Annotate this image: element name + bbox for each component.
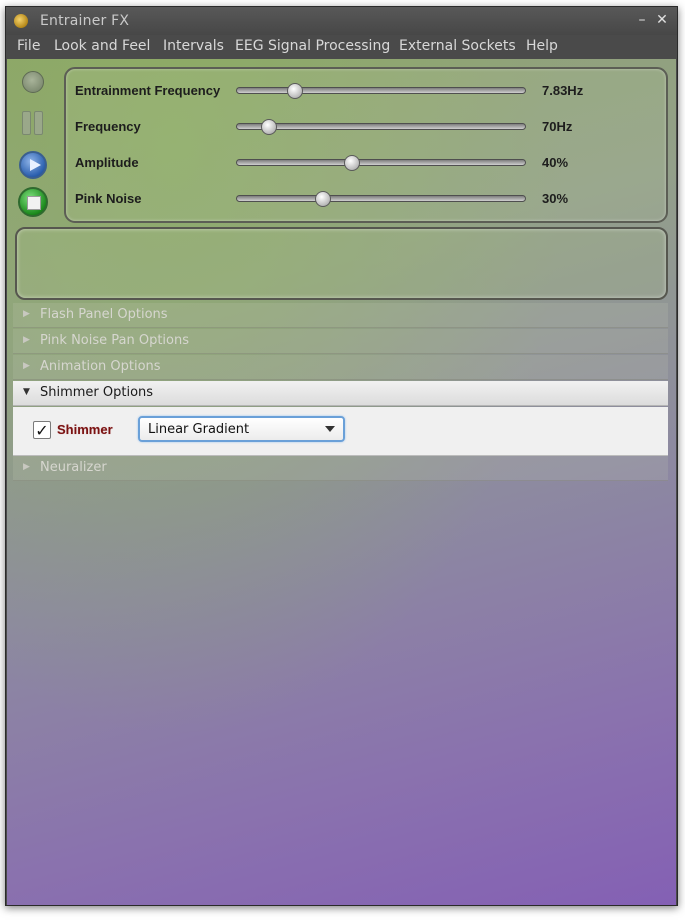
- entrainment-frequency-slider[interactable]: [236, 83, 526, 99]
- close-button[interactable]: ✕: [654, 12, 670, 28]
- accordion-label: Neuralizer: [40, 460, 107, 475]
- app-logo-icon: [14, 14, 28, 28]
- slider-row-pink-noise: Pink Noise 30%: [66, 187, 666, 223]
- play-icon[interactable]: [19, 151, 47, 179]
- shimmer-checkbox-label[interactable]: Shimmer: [57, 422, 113, 437]
- pink-noise-slider[interactable]: [236, 191, 526, 207]
- slider-row-amplitude: Amplitude 40%: [66, 151, 666, 187]
- accordion-neuralizer[interactable]: ▶ Neuralizer: [13, 456, 668, 481]
- app-window: Entrainer FX – ✕ File Look and Feel Inte…: [5, 6, 678, 906]
- stop-icon[interactable]: [18, 187, 48, 217]
- slider-label: Pink Noise: [75, 191, 142, 206]
- minimize-button[interactable]: –: [634, 12, 650, 28]
- chevron-down-icon: ▼: [23, 387, 30, 397]
- accordion-label: Shimmer Options: [40, 385, 154, 400]
- slider-value: 40%: [542, 155, 569, 170]
- slider-label: Entrainment Frequency: [75, 83, 221, 98]
- accordion-label: Flash Panel Options: [40, 307, 168, 322]
- chevron-right-icon: ▶: [23, 361, 30, 371]
- menu-look-and-feel[interactable]: Look and Feel: [54, 38, 150, 54]
- slider-knob[interactable]: [315, 191, 332, 207]
- menu-intervals[interactable]: Intervals: [163, 38, 224, 54]
- slider-label: Frequency: [75, 119, 141, 134]
- dropdown-selected-value: Linear Gradient: [148, 422, 250, 437]
- menu-file[interactable]: File: [17, 38, 40, 54]
- chevron-right-icon: ▶: [23, 462, 30, 472]
- window-title: Entrainer FX: [40, 13, 130, 29]
- slider-knob[interactable]: [286, 83, 303, 99]
- shimmer-options-panel: ✓ Shimmer Linear Gradient: [13, 407, 668, 456]
- accordion-label: Pink Noise Pan Options: [40, 333, 190, 348]
- menu-help[interactable]: Help: [526, 38, 558, 54]
- frequency-slider[interactable]: [236, 119, 526, 135]
- accordion-pink-noise-pan-options[interactable]: ▶ Pink Noise Pan Options: [13, 329, 668, 354]
- slider-value: 30%: [542, 191, 569, 206]
- shimmer-checkbox[interactable]: ✓: [33, 421, 51, 439]
- chevron-right-icon: ▶: [23, 335, 30, 345]
- menu-bar: File Look and Feel Intervals EEG Signal …: [6, 35, 677, 59]
- slider-knob[interactable]: [344, 155, 361, 171]
- menu-eeg-signal-processing[interactable]: EEG Signal Processing: [235, 38, 390, 54]
- accordion-flash-panel-options[interactable]: ▶ Flash Panel Options: [13, 303, 668, 328]
- slider-row-entrainment-frequency: Entrainment Frequency 7.83Hz: [66, 79, 666, 115]
- slider-knob[interactable]: [260, 119, 277, 135]
- pause-icon[interactable]: [22, 109, 44, 135]
- slider-label: Amplitude: [75, 155, 139, 170]
- title-bar: Entrainer FX – ✕: [6, 7, 677, 35]
- main-content: Entrainment Frequency 7.83Hz Frequency 7…: [7, 59, 676, 905]
- accordion-animation-options[interactable]: ▶ Animation Options: [13, 355, 668, 380]
- chevron-right-icon: ▶: [23, 309, 30, 319]
- shimmer-type-dropdown[interactable]: Linear Gradient: [138, 416, 345, 442]
- record-icon[interactable]: [22, 71, 44, 93]
- menu-external-sockets[interactable]: External Sockets: [399, 38, 516, 54]
- slider-panel: Entrainment Frequency 7.83Hz Frequency 7…: [64, 67, 668, 223]
- slider-value: 70Hz: [542, 119, 573, 134]
- amplitude-slider[interactable]: [236, 155, 526, 171]
- chevron-down-icon: [325, 426, 335, 432]
- accordion-shimmer-options[interactable]: ▼ Shimmer Options: [13, 381, 668, 406]
- accordion-label: Animation Options: [40, 359, 161, 374]
- slider-value: 7.83Hz: [542, 83, 584, 98]
- display-panel: [15, 227, 668, 300]
- slider-row-frequency: Frequency 70Hz: [66, 115, 666, 151]
